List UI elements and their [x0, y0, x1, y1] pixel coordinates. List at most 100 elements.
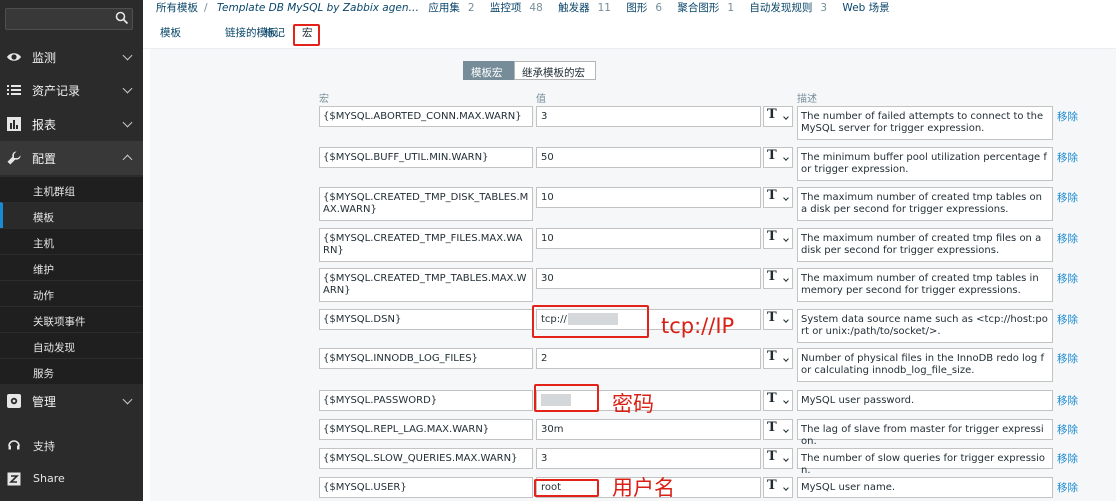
submenu-label: 自动发现	[33, 342, 75, 354]
share-link[interactable]: Share	[0, 464, 143, 494]
breadcrumb-count: 11	[597, 2, 611, 14]
macro-name-field[interactable]: {$MYSQL.CREATED_TMP_DISK_TABLES.MAX.WARN…	[319, 187, 533, 221]
breadcrumb-discovery[interactable]: 自动发现规则 3	[749, 2, 833, 14]
remove-button[interactable]: 移除	[1057, 393, 1078, 408]
breadcrumb-count: 3	[820, 2, 828, 14]
macro-description-field[interactable]: The lag of slave from master for trigger…	[797, 419, 1053, 447]
breadcrumb-count: 2	[467, 2, 475, 14]
breadcrumb-label: 触发器	[558, 2, 590, 14]
macro-description-field[interactable]: The maximum number of created tmp tables…	[797, 268, 1053, 302]
remove-button[interactable]: 移除	[1057, 351, 1078, 366]
submenu-templates[interactable]: 模板	[0, 202, 143, 228]
macro-value-field[interactable]: 2	[536, 348, 761, 369]
breadcrumb-applications[interactable]: 应用集 2	[428, 2, 480, 14]
macro-description-field[interactable]: System data source name such as <tcp://h…	[797, 309, 1053, 343]
submenu-event-correlation[interactable]: 关联项事件	[0, 306, 143, 332]
macro-value-field[interactable]: 3	[536, 448, 761, 469]
macro-name-field[interactable]: {$MYSQL.PASSWORD}	[319, 390, 533, 411]
breadcrumb-items[interactable]: 监控项 48	[490, 2, 549, 14]
submenu-maintenance[interactable]: 维护	[0, 254, 143, 280]
value-type-button[interactable]: T	[763, 228, 793, 249]
subtab-template-macros[interactable]: 模板宏	[463, 61, 514, 80]
value-type-button[interactable]: T	[763, 268, 793, 289]
remove-button[interactable]: 移除	[1057, 480, 1078, 495]
remove-button[interactable]: 移除	[1057, 422, 1078, 437]
breadcrumb-template-name[interactable]: Template DB MySQL by Zabbix agen…	[217, 2, 419, 14]
value-type-button[interactable]: T	[763, 309, 793, 330]
menu-reports[interactable]: 报表	[0, 107, 143, 141]
macro-name-field[interactable]: {$MYSQL.SLOW_QUERIES.MAX.WARN}	[319, 448, 533, 469]
macro-value-field[interactable]: 3	[536, 106, 761, 127]
remove-button[interactable]: 移除	[1057, 271, 1078, 286]
macro-name-field[interactable]: {$MYSQL.ABORTED_CONN.MAX.WARN}	[319, 106, 533, 127]
value-type-button[interactable]: T	[763, 187, 793, 208]
macro-description-field[interactable]: Number of physical files in the InnoDB r…	[797, 348, 1053, 382]
macro-name-field[interactable]: {$MYSQL.BUFF_UTIL.MIN.WARN}	[319, 147, 533, 168]
breadcrumb-label: 应用集	[428, 2, 460, 14]
macro-name-field[interactable]: {$MYSQL.CREATED_TMP_TABLES.MAX.WARN}	[319, 268, 533, 302]
submenu-hosts[interactable]: 主机	[0, 228, 143, 254]
support-link[interactable]: 支持	[0, 430, 143, 460]
menu-administration[interactable]: 管理	[0, 384, 143, 418]
tab-bar: 模板 链接的模板 标记 宏	[143, 22, 1116, 46]
macro-value-field[interactable]: 10	[536, 228, 761, 249]
menu-inventory[interactable]: 资产记录	[0, 73, 143, 107]
submenu-discovery[interactable]: 自动发现	[0, 332, 143, 358]
tab-template[interactable]: 模板	[160, 25, 181, 40]
macro-name-field[interactable]: {$MYSQL.USER}	[319, 477, 533, 498]
breadcrumb-graphs[interactable]: 图形 6	[626, 2, 668, 14]
macro-value-field[interactable]: 50	[536, 147, 761, 168]
value-type-button[interactable]: T	[763, 348, 793, 369]
remove-button[interactable]: 移除	[1057, 109, 1078, 124]
remove-button[interactable]: 移除	[1057, 231, 1078, 246]
submenu-label: 主机	[33, 238, 54, 250]
remove-button[interactable]: 移除	[1057, 312, 1078, 327]
breadcrumb-aggregate-graphs[interactable]: 聚合图形 1	[677, 2, 740, 14]
search-button[interactable]	[113, 10, 131, 28]
macro-description-field[interactable]: MySQL user name.	[797, 477, 1053, 498]
menu-configuration[interactable]: 配置	[0, 141, 143, 175]
remove-button[interactable]: 移除	[1057, 150, 1078, 165]
value-type-button[interactable]: T	[763, 419, 793, 440]
macro-description-field[interactable]: MySQL user password.	[797, 390, 1053, 411]
breadcrumb-triggers[interactable]: 触发器 11	[558, 2, 617, 14]
macro-value-field[interactable]: 30	[536, 268, 761, 289]
submenu-services[interactable]: 服务	[0, 358, 143, 384]
submenu-actions[interactable]: 动作	[0, 280, 143, 306]
text-type-icon: T	[767, 391, 777, 406]
submenu-label: 模板	[33, 212, 54, 224]
value-type-button[interactable]: T	[763, 106, 793, 127]
value-type-button[interactable]: T	[763, 477, 793, 498]
remove-button[interactable]: 移除	[1057, 190, 1078, 205]
macro-description-field[interactable]: The maximum number of created tmp tables…	[797, 187, 1053, 221]
breadcrumb-count: 6	[655, 2, 663, 14]
breadcrumb-web[interactable]: Web 场景	[842, 2, 889, 14]
macro-name-field[interactable]: {$MYSQL.REPL_LAG.MAX.WARN}	[319, 419, 533, 440]
submenu-label: 维护	[33, 264, 54, 276]
submenu-host-groups[interactable]: 主机群组	[0, 176, 143, 202]
macro-value-field[interactable]: 30m	[536, 419, 761, 440]
macro-value-field[interactable]: 10	[536, 187, 761, 208]
subtab-inherited-macros[interactable]: 继承模板的宏	[514, 61, 596, 80]
chevron-down-icon	[783, 317, 789, 323]
text-type-icon: T	[767, 478, 777, 493]
value-type-button[interactable]: T	[763, 147, 793, 168]
value-type-button[interactable]: T	[763, 448, 793, 469]
value-type-button[interactable]: T	[763, 390, 793, 411]
remove-button[interactable]: 移除	[1057, 451, 1078, 466]
macro-name-field[interactable]: {$MYSQL.CREATED_TMP_FILES.MAX.WARN}	[319, 228, 533, 262]
breadcrumb-all-templates[interactable]: 所有模板	[156, 2, 198, 14]
macro-description-field[interactable]: The number of failed attempts to connect…	[797, 106, 1053, 140]
share-label: Share	[33, 472, 65, 485]
chevron-down-icon	[122, 83, 133, 94]
macro-description-field[interactable]: The number of slow queries for trigger e…	[797, 448, 1053, 476]
menu-monitoring[interactable]: 监测	[0, 40, 143, 74]
macro-name-field[interactable]: {$MYSQL.DSN}	[319, 309, 533, 330]
macro-description-field[interactable]: The maximum number of created tmp files …	[797, 228, 1053, 262]
submenu-label: 服务	[33, 368, 54, 380]
tab-tags[interactable]: 标记	[264, 25, 285, 40]
headset-icon	[8, 440, 20, 450]
macro-name-field[interactable]: {$MYSQL.INNODB_LOG_FILES}	[319, 348, 533, 369]
macro-description-field[interactable]: The minimum buffer pool utilization perc…	[797, 147, 1053, 181]
breadcrumb: 所有模板 / Template DB MySQL by Zabbix agen… …	[156, 0, 896, 14]
